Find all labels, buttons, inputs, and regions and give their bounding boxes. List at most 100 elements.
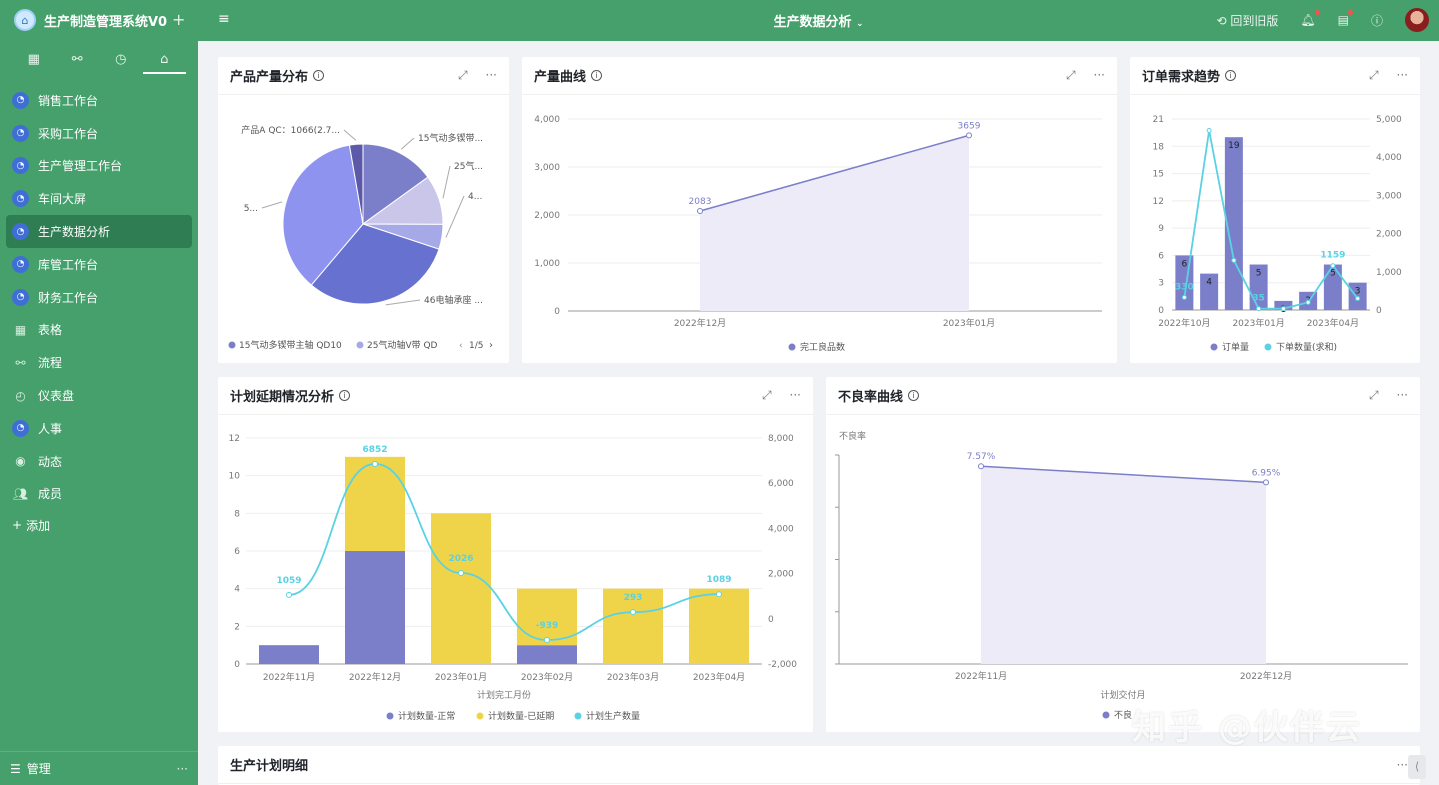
- data-point: [372, 460, 378, 467]
- sidebar-item[interactable]: ◔ 采购工作台: [6, 117, 192, 150]
- y-tick-label: 15: [1153, 170, 1164, 180]
- brand[interactable]: ⌂ 生产制造管理系统V0: [14, 7, 167, 33]
- y2-tick-label: 4,000: [768, 524, 794, 534]
- members-icon: 👥︎: [12, 486, 29, 501]
- delay-card: 计划延期情况分析 i ⤢ ··· 0 2 4 6 8 10 12 -2,000 0 2,000 4,00…: [218, 377, 813, 732]
- back-old-version-button[interactable]: ⟲ 回到旧版: [1217, 12, 1279, 29]
- y-tick-label: 21: [1153, 115, 1164, 125]
- sidebar-item[interactable]: ◔ 库管工作台: [6, 248, 192, 281]
- sidebar-item[interactable]: ◔ 销售工作台: [6, 84, 192, 117]
- sidebar-item[interactable]: ◔ 人事: [6, 412, 192, 445]
- bar-label: 6: [1182, 259, 1188, 269]
- flow-icon: ⚯: [15, 355, 26, 370]
- sidebar-footer: ☰ 管理 ···: [0, 751, 198, 785]
- info-icon[interactable]: i: [339, 390, 351, 401]
- slice-label: 4...: [468, 192, 482, 202]
- data-label: 3659: [958, 121, 981, 131]
- expand-icon[interactable]: ⤢: [1369, 68, 1379, 83]
- data-point: [286, 591, 292, 598]
- y-tick-label: 2,000: [534, 211, 560, 221]
- x-tick-label: 2023年03月: [607, 671, 659, 683]
- label-line: [400, 137, 415, 150]
- app-title: 生产制造管理系统V0: [44, 14, 168, 30]
- topbar-actions: ⟲ 回到旧版 🔔︎ ▤ ⓘ: [1217, 8, 1429, 32]
- card-tools: ⤢ ···: [1369, 68, 1408, 83]
- y2-tick-label: 4,000: [1376, 153, 1402, 163]
- sidebar-item[interactable]: ▦ 表格: [6, 314, 192, 347]
- bell-icon[interactable]: 🔔︎: [1300, 10, 1320, 27]
- sidebar-item[interactable]: 👥︎ 成员: [6, 478, 192, 511]
- y-tick-label: 1,000: [534, 259, 560, 269]
- legend-marker: [476, 712, 484, 720]
- sidebar: ⌂ 生产制造管理系统V0 + ▦ ⚯ ◷ ⌂ ◔ 销售工作台 ◔ 采购工作台 ◔ 生产管理…: [0, 0, 198, 785]
- tab-glyph: ⚯: [71, 51, 83, 67]
- line-label: 330: [1175, 282, 1194, 292]
- x-tick-label: 2023年01月: [943, 317, 995, 329]
- sidebar-item-label: 生产管理工作台: [38, 159, 123, 174]
- data-label: 6.95%: [1252, 468, 1281, 478]
- sidebar-item[interactable]: ◔ 生产管理工作台: [6, 150, 192, 183]
- more-icon[interactable]: ···: [1094, 68, 1105, 83]
- dashboard-icon: ◔: [12, 157, 29, 175]
- expand-icon[interactable]: ⤢: [458, 68, 468, 83]
- expand-icon[interactable]: ⤢: [1369, 388, 1379, 403]
- home-icon[interactable]: ⌂: [142, 44, 187, 74]
- bar-normal: [259, 645, 319, 664]
- add-app-icon[interactable]: +: [172, 10, 185, 29]
- more-icon[interactable]: ···: [1397, 758, 1408, 772]
- more-icon[interactable]: ···: [1397, 388, 1408, 403]
- manage-button[interactable]: 管理: [27, 760, 51, 777]
- dashboard-icon: ◔: [12, 255, 29, 273]
- data-point: [1231, 257, 1237, 263]
- more-icon[interactable]: ···: [177, 762, 188, 776]
- y-tick-label: 3,000: [534, 163, 560, 173]
- area-fill: [981, 466, 1266, 664]
- add-item-button[interactable]: + 添加: [6, 510, 192, 540]
- avatar[interactable]: [1405, 8, 1429, 32]
- more-icon[interactable]: ···: [1397, 68, 1408, 83]
- legend-label: 完工良品数: [800, 341, 845, 353]
- chevron-down-icon: ⌄: [856, 19, 864, 29]
- gauge-icon: ◴: [15, 388, 26, 403]
- sidebar-item[interactable]: ◔ 财务工作台: [6, 281, 192, 314]
- sidebar-item[interactable]: ◉ 动态: [6, 445, 192, 478]
- sidebar-item[interactable]: ⚯ 流程: [6, 346, 192, 379]
- info-icon[interactable]: i: [908, 390, 920, 401]
- sidebar-item[interactable]: ◔ 生产数据分析: [6, 215, 192, 248]
- y-axis-title: 不良率: [839, 430, 866, 442]
- expand-icon[interactable]: ⤢: [762, 388, 772, 403]
- sidebar-item[interactable]: ◔ 车间大屏: [6, 182, 192, 215]
- info-icon[interactable]: i: [1225, 70, 1237, 81]
- help-icon[interactable]: ⓘ: [1371, 12, 1383, 29]
- bar-label: 4: [1206, 278, 1212, 288]
- collapse-panel-button[interactable]: ⟨: [1408, 755, 1426, 779]
- data-label: 7.57%: [967, 452, 996, 462]
- legend-label: 25气动轴V带 QD: [367, 339, 438, 351]
- grid-icon[interactable]: ▦: [12, 44, 56, 74]
- sidebar-nav: ◔ 销售工作台 ◔ 采购工作台 ◔ 生产管理工作台 ◔ 车间大屏 ◔ 生产数据分析 ◔ 库管工作台 ◔ 财…: [6, 84, 192, 540]
- expand-icon[interactable]: ⤢: [1066, 68, 1076, 83]
- more-icon[interactable]: ···: [790, 388, 801, 403]
- line-label: 35: [1252, 294, 1265, 304]
- y-tick-label: 12: [1153, 197, 1164, 207]
- sidebar-item-label: 仪表盘: [38, 389, 75, 404]
- card-title: 产品产量分布: [230, 70, 309, 85]
- watermark: 知乎 @伙伴云: [1132, 708, 1362, 748]
- more-icon[interactable]: ···: [486, 68, 497, 83]
- info-icon[interactable]: i: [313, 70, 325, 81]
- bar-delayed: [345, 456, 405, 551]
- y2-tick-label: 3,000: [1376, 191, 1402, 201]
- dashboard-icon: ◔: [12, 91, 29, 109]
- legend-marker: [356, 341, 364, 349]
- bar-label: 19: [1228, 141, 1240, 151]
- flow-icon[interactable]: ⚯: [56, 44, 100, 74]
- clock-icon[interactable]: ◷: [99, 44, 143, 74]
- dashboard-icon: ◔: [12, 223, 29, 241]
- sidebar-item[interactable]: ◴ 仪表盘: [6, 379, 192, 412]
- sidebar-item-label: 成员: [38, 487, 63, 502]
- notification-dot: [1347, 10, 1353, 15]
- sidebar-item-label: 库管工作台: [38, 257, 99, 272]
- inbox-icon[interactable]: ▤: [1338, 10, 1353, 27]
- house-icon: ⌂: [14, 9, 36, 31]
- info-icon[interactable]: i: [591, 70, 603, 81]
